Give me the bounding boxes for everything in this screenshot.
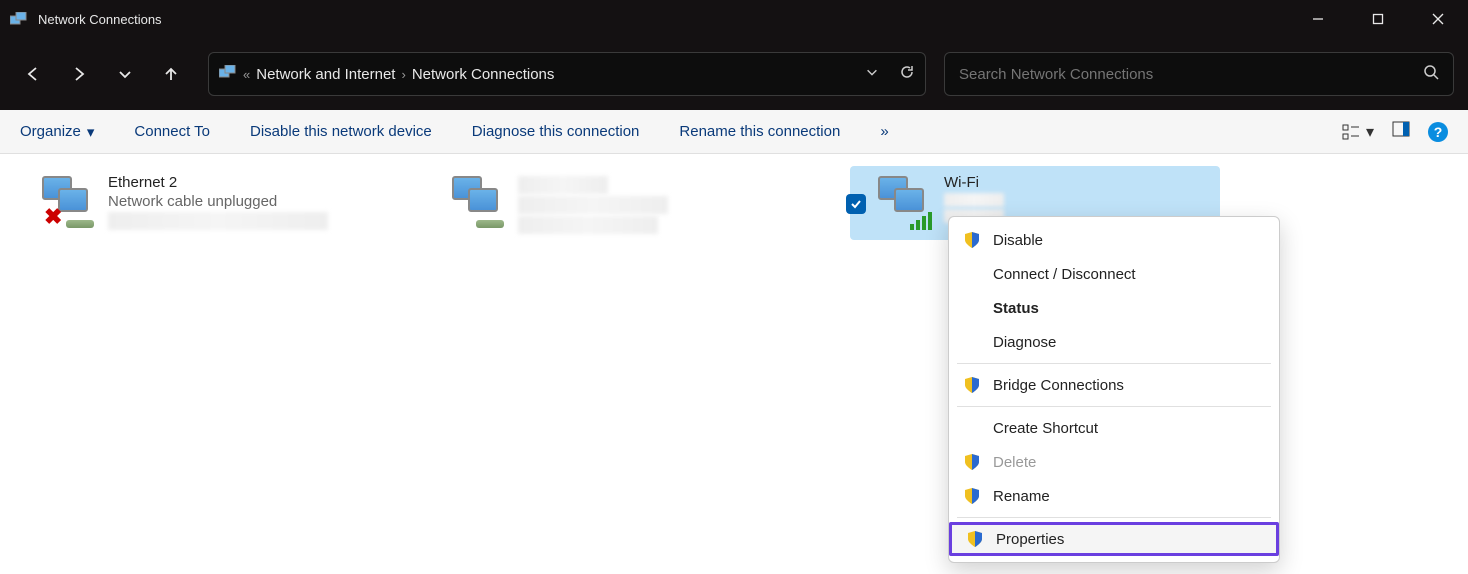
ctx-disable[interactable]: Disable [949, 223, 1279, 257]
context-menu: Disable Connect / Disconnect Status Diag… [948, 216, 1280, 563]
shield-icon [966, 530, 984, 548]
disable-device-button[interactable]: Disable this network device [250, 123, 432, 140]
forward-button[interactable] [60, 55, 98, 93]
ctx-create-shortcut[interactable]: Create Shortcut [949, 411, 1279, 445]
ctx-properties[interactable]: Properties [949, 522, 1279, 556]
search-input[interactable] [959, 66, 1423, 83]
redacted-text [944, 193, 1004, 207]
back-button[interactable] [14, 55, 52, 93]
network-adapter-icon: ✖ [36, 172, 98, 234]
ctx-connect-disconnect[interactable]: Connect / Disconnect [949, 257, 1279, 291]
help-button[interactable]: ? [1428, 122, 1448, 142]
connection-item-blurred[interactable] [440, 166, 810, 240]
nav-bar: « Network and Internet › Network Connect… [0, 38, 1468, 110]
connection-name: Ethernet 2 [108, 174, 328, 191]
rename-button[interactable]: Rename this connection [679, 123, 840, 140]
redacted-text [518, 196, 668, 214]
disconnected-icon: ✖ [44, 204, 62, 230]
shield-icon [963, 487, 981, 505]
signal-bars-icon [910, 212, 932, 230]
up-button[interactable] [152, 55, 190, 93]
maximize-button[interactable] [1348, 0, 1408, 38]
ctx-status[interactable]: Status [949, 291, 1279, 325]
breadcrumb-current[interactable]: Network Connections [412, 66, 555, 83]
title-bar: Network Connections [0, 0, 1468, 38]
menu-separator [957, 363, 1271, 364]
connection-status: Network cable unplugged [108, 193, 328, 210]
preview-pane-button[interactable] [1392, 120, 1410, 143]
chevron-right-icon: › [401, 67, 405, 82]
more-button[interactable]: » [880, 123, 888, 140]
chevron-down-icon[interactable] [865, 65, 879, 84]
shield-icon [963, 376, 981, 394]
address-bar[interactable]: « Network and Internet › Network Connect… [208, 52, 926, 96]
redacted-text [518, 216, 658, 234]
connect-to-button[interactable]: Connect To [134, 123, 210, 140]
organize-menu[interactable]: Organize ▾ [20, 123, 94, 141]
selected-check-icon [846, 194, 866, 214]
menu-separator [957, 406, 1271, 407]
app-icon [10, 12, 28, 26]
connection-name: Wi-Fi [944, 174, 1004, 191]
redacted-text [108, 212, 328, 230]
ctx-bridge[interactable]: Bridge Connections [949, 368, 1279, 402]
recent-locations-button[interactable] [106, 55, 144, 93]
connection-item-ethernet2[interactable]: ✖ Ethernet 2 Network cable unplugged [30, 166, 400, 240]
minimize-button[interactable] [1288, 0, 1348, 38]
chevron-left-icon[interactable]: « [243, 67, 250, 82]
menu-separator [957, 517, 1271, 518]
chevron-down-icon: ▾ [87, 123, 95, 141]
breadcrumb-parent[interactable]: Network and Internet [256, 66, 395, 83]
shield-icon [963, 453, 981, 471]
window-title: Network Connections [38, 12, 162, 27]
refresh-button[interactable] [899, 64, 915, 85]
location-icon [219, 65, 237, 84]
wifi-adapter-icon [872, 172, 934, 234]
search-box[interactable] [944, 52, 1454, 96]
shield-icon [963, 231, 981, 249]
command-bar: Organize ▾ Connect To Disable this netwo… [0, 110, 1468, 154]
ctx-delete: Delete [949, 445, 1279, 479]
ctx-rename[interactable]: Rename [949, 479, 1279, 513]
ctx-diagnose[interactable]: Diagnose [949, 325, 1279, 359]
redacted-text [518, 176, 608, 194]
diagnose-button[interactable]: Diagnose this connection [472, 123, 640, 140]
search-icon[interactable] [1423, 64, 1439, 85]
network-adapter-icon [446, 172, 508, 234]
view-options-button[interactable]: ▾ [1342, 122, 1374, 142]
close-button[interactable] [1408, 0, 1468, 38]
